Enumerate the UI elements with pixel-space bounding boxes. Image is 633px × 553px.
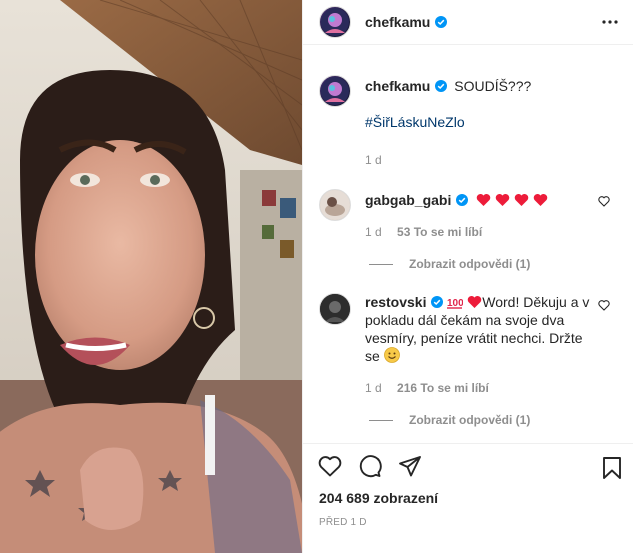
post-video[interactable] (0, 0, 302, 553)
comment-age: 1 d (365, 225, 382, 239)
comment-like-icon[interactable] (598, 195, 610, 207)
comment-button[interactable] (357, 453, 383, 479)
post-panel: chefkamu chefkamu SOUDÍŠ??? #ŠiřLáskuNeZ… (302, 0, 633, 553)
view-replies-button[interactable]: Zobrazit odpovědi (1) (369, 257, 633, 271)
verified-icon (435, 16, 448, 28)
post-modal: chefkamu chefkamu SOUDÍŠ??? #ŠiřLáskuNeZ… (0, 0, 633, 553)
red-heart-icon (477, 194, 491, 206)
comment-likes[interactable]: 216 To se mi líbí (397, 381, 489, 395)
share-icon (399, 456, 421, 477)
verified-icon (456, 194, 469, 206)
red-heart-icon (495, 194, 510, 206)
caption-text: SOUDÍŠ??? (454, 78, 532, 94)
commenter-avatar[interactable] (319, 293, 351, 325)
verified-icon (431, 296, 444, 308)
bookmark-icon (603, 457, 621, 479)
save-button[interactable] (602, 456, 622, 485)
author-avatar[interactable] (319, 6, 351, 38)
commenter-avatar[interactable] (319, 189, 351, 221)
share-button[interactable] (397, 453, 423, 479)
red-heart-icon (514, 194, 529, 206)
red-heart-icon (533, 194, 548, 206)
comments-list[interactable]: chefkamu SOUDÍŠ??? #ŠiřLáskuNeZlo 1 d ga… (303, 63, 633, 441)
comment-icon (359, 455, 382, 478)
comment-item: restovski 100 Word! Děkuju a v pokladu d… (303, 293, 633, 397)
view-replies-label: Zobrazit odpovědi (1) (409, 413, 531, 427)
caption-username[interactable]: chefkamu (365, 78, 430, 94)
smiling-face-icon (383, 347, 400, 363)
more-options-button[interactable] (601, 13, 619, 31)
view-replies-button[interactable]: Zobrazit odpovědi (1) (369, 413, 633, 427)
like-icon (318, 456, 342, 477)
view-replies-label: Zobrazit odpovědi (1) (409, 257, 531, 271)
video-frame (0, 0, 302, 553)
post-caption: chefkamu SOUDÍŠ??? #ŠiřLáskuNeZlo 1 d (303, 75, 633, 169)
comment-like-icon[interactable] (598, 299, 610, 311)
comment-likes[interactable]: 53 To se mi líbí (397, 225, 482, 239)
comment-username[interactable]: gabgab_gabi (365, 192, 451, 208)
like-button[interactable] (317, 453, 343, 479)
replies-divider (369, 263, 393, 265)
verified-icon (435, 80, 448, 92)
comment-age: 1 d (365, 381, 382, 395)
author-username[interactable]: chefkamu (365, 14, 430, 30)
comment-username[interactable]: restovski (365, 294, 426, 310)
post-header: chefkamu (303, 0, 633, 45)
view-count[interactable]: 204 689 zobrazení (303, 490, 633, 506)
comment-item: gabgab_gabi 1 d 53 To se mi líbí (303, 189, 633, 241)
more-icon (602, 20, 618, 24)
caption-hashtag[interactable]: #ŠiřLáskuNeZlo (365, 113, 618, 131)
post-date[interactable]: PŘED 1 D (303, 517, 633, 528)
action-bar (303, 444, 633, 488)
caption-age: 1 d (365, 153, 382, 167)
hundred-points-icon: 100 (447, 298, 463, 309)
post-footer: 204 689 zobrazení PŘED 1 D (303, 443, 633, 528)
red-heart-icon (468, 296, 482, 308)
replies-divider (369, 419, 393, 421)
caption-avatar[interactable] (319, 75, 351, 107)
comment-emojis (476, 192, 548, 208)
